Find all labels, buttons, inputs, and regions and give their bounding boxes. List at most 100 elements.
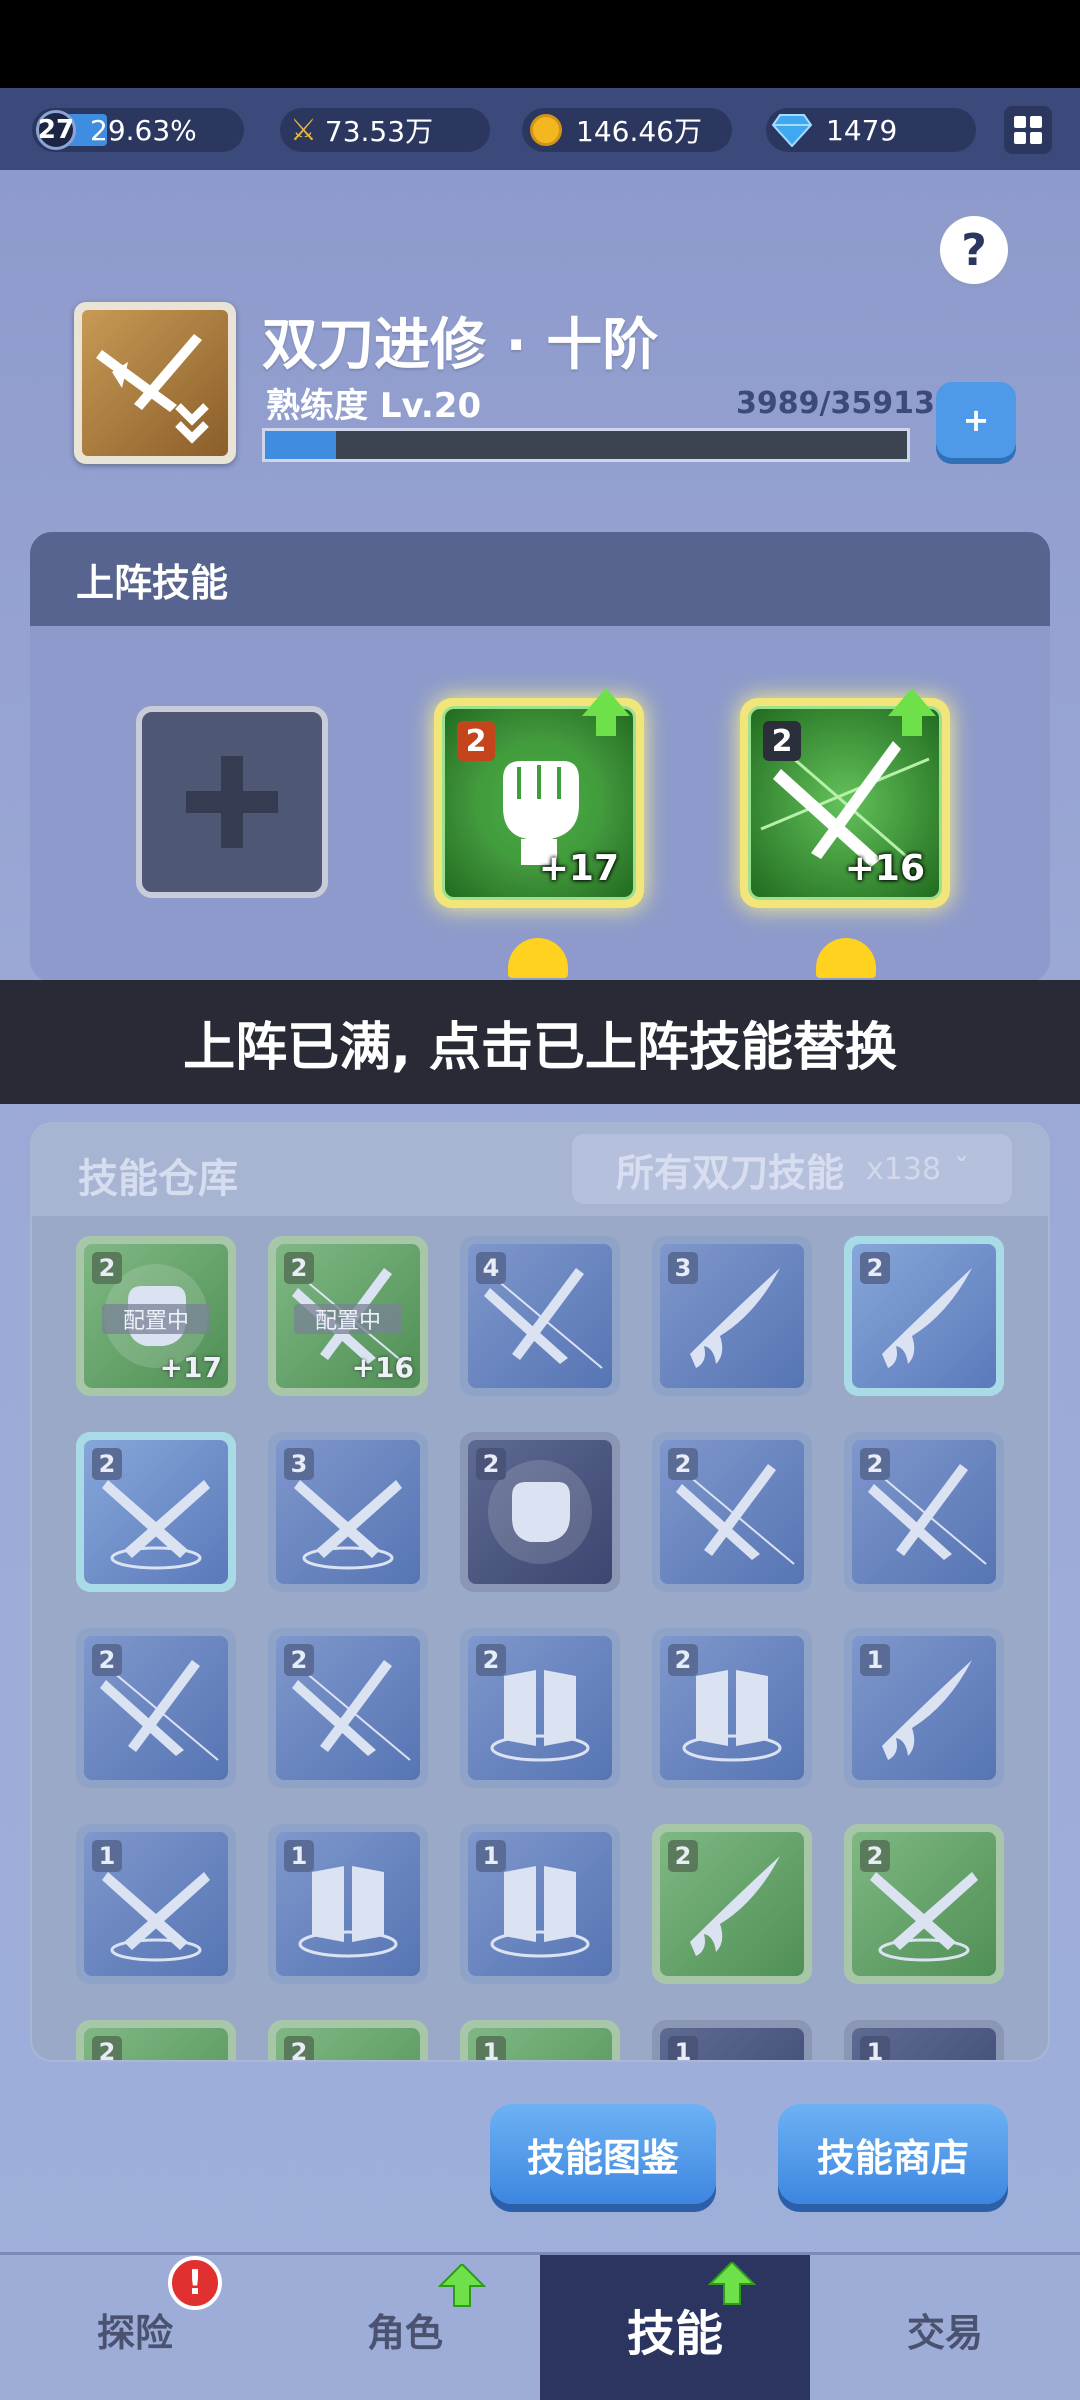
- inventory-skill-item[interactable]: 2: [268, 2020, 428, 2060]
- armor-icon: [276, 1866, 420, 1976]
- slash-claw-icon: [852, 1268, 996, 1388]
- inventory-skill-item[interactable]: 1: [844, 1628, 1004, 1788]
- tab-explore[interactable]: 探险: [0, 2255, 270, 2400]
- gold-pill[interactable]: 146.46万: [522, 108, 732, 152]
- dual-blades-icon: [852, 1459, 996, 1584]
- skill-level-badge: 2: [763, 721, 801, 761]
- inventory-skill-item[interactable]: 2: [460, 1628, 620, 1788]
- crossed-daggers-icon: [276, 1480, 420, 1584]
- inventory-skill-item[interactable]: 2: [652, 1432, 812, 1592]
- crossed-daggers-icon: [84, 1480, 228, 1584]
- equipped-slot-2[interactable]: 2 +16: [740, 688, 950, 908]
- grid-menu-icon[interactable]: [1004, 106, 1052, 154]
- inventory-skill-item[interactable]: 1: [460, 1824, 620, 1984]
- skill-level-badge: 2: [668, 1644, 698, 1676]
- inventory-skill-item[interactable]: 1: [460, 2020, 620, 2060]
- empty-skill-slot[interactable]: [136, 706, 328, 898]
- skill-level-badge: 2: [860, 1252, 890, 1284]
- inventory-skill-item[interactable]: 2 配置中 +16: [268, 1236, 428, 1396]
- equipped-slot-1[interactable]: 2 +17: [434, 688, 644, 908]
- dual-blades-icon: [660, 1459, 804, 1584]
- inventory-skill-item[interactable]: 2: [76, 1628, 236, 1788]
- crossed-swords-icon: ⚔: [290, 112, 317, 148]
- inventory-title: 技能仓库: [78, 1156, 238, 1202]
- inventory-skill-item[interactable]: 1: [268, 1824, 428, 1984]
- slash-claw-icon: [852, 1660, 996, 1780]
- dual-blades-icon: [468, 1263, 612, 1388]
- add-proficiency-button[interactable]: +: [936, 382, 1016, 458]
- armor-icon: [468, 1670, 612, 1780]
- chevron-down-icon: ˇ: [955, 1154, 969, 1184]
- skill-level-badge: 2: [457, 721, 495, 761]
- diamond-pill[interactable]: 1479: [766, 108, 976, 152]
- gold-value: 146.46万: [576, 115, 702, 148]
- skill-level-badge: 1: [92, 1840, 122, 1872]
- inventory-skill-item[interactable]: 1: [652, 2020, 812, 2060]
- slash-claw-icon: [660, 1268, 804, 1388]
- configured-tag: 配置中: [294, 1304, 402, 1334]
- tab-trade[interactable]: 交易: [810, 2255, 1080, 2400]
- slash-claw-icon: [660, 1856, 804, 1976]
- power-value: 73.53万: [324, 115, 434, 148]
- inventory-skill-item[interactable]: 2: [652, 1824, 812, 1984]
- crossed-daggers-icon: [84, 1872, 228, 1976]
- skill-main-icon: [74, 302, 236, 464]
- inventory-skill-item[interactable]: 4: [460, 1236, 620, 1396]
- skill-level-badge: 4: [476, 1252, 506, 1284]
- inventory-skill-item[interactable]: 2: [844, 1824, 1004, 1984]
- skill-inventory-panel: 技能仓库 所有双刀技能 x138 ˇ 2 配置中 +17 2 配置中 +16 4 3 2 2 3 2 2…: [30, 1122, 1050, 2062]
- skill-level-badge: 1: [860, 1644, 890, 1676]
- inventory-skill-item[interactable]: 2: [76, 1432, 236, 1592]
- tab-character[interactable]: 角色: [270, 2255, 540, 2400]
- diamond-value: 1479: [826, 113, 898, 147]
- inventory-skill-item[interactable]: 2: [76, 2020, 236, 2060]
- proficiency-bar: [262, 428, 910, 462]
- inventory-skill-item[interactable]: 3: [652, 1236, 812, 1396]
- skill-level-badge: 2: [860, 1448, 890, 1480]
- skill-level-badge: 2: [92, 1448, 122, 1480]
- help-button[interactable]: ?: [940, 216, 1008, 284]
- skill-bonus-text: +16: [844, 848, 925, 889]
- inventory-skill-item[interactable]: 2: [460, 1432, 620, 1592]
- armor-icon: [660, 1670, 804, 1780]
- upgrade-arrow-icon: [582, 688, 630, 716]
- skill-level-badge: 2: [860, 1840, 890, 1872]
- skill-bonus-text: +16: [351, 1351, 414, 1384]
- skill-shop-button[interactable]: 技能商店: [778, 2104, 1008, 2204]
- skill-filter-dropdown[interactable]: 所有双刀技能 x138 ˇ: [572, 1134, 1012, 1204]
- tab-skills[interactable]: 技能: [540, 2255, 810, 2400]
- fist-icon: [468, 1460, 612, 1584]
- bottom-nav: 探险 角色 技能 交易: [0, 2252, 1080, 2400]
- filter-count: x138: [866, 1151, 942, 1187]
- inventory-skill-item[interactable]: 3: [268, 1432, 428, 1592]
- inventory-skill-item[interactable]: 2 配置中 +17: [76, 1236, 236, 1396]
- inventory-skill-item[interactable]: 1: [76, 1824, 236, 1984]
- skill-level-badge: 1: [476, 1840, 506, 1872]
- upgrade-arrow-icon: [888, 688, 936, 716]
- armor-icon: [468, 1866, 612, 1976]
- dual-blades-icon: [84, 1655, 228, 1780]
- configured-tag: 配置中: [102, 1304, 210, 1334]
- filter-label: 所有双刀技能: [616, 1150, 845, 1195]
- level-xp-pill[interactable]: 27 29.63%: [32, 108, 244, 152]
- inventory-skill-item[interactable]: 2: [268, 1628, 428, 1788]
- skill-level-badge: 1: [284, 1840, 314, 1872]
- skill-level-badge: 2: [92, 1644, 122, 1676]
- equipped-skills-title: 上阵技能: [30, 532, 1050, 626]
- skill-level-badge: 1: [668, 2036, 698, 2060]
- xp-percent: 29.63%: [90, 113, 197, 147]
- inventory-skill-item[interactable]: 2: [844, 1236, 1004, 1396]
- inventory-skill-item[interactable]: 2: [844, 1432, 1004, 1592]
- skill-level-badge: 2: [476, 1644, 506, 1676]
- status-bar: [0, 0, 1080, 88]
- upgrade-arrow-icon: [438, 2264, 486, 2307]
- skill-level-badge: 1: [476, 2036, 506, 2060]
- inventory-skill-item[interactable]: 1: [844, 2020, 1004, 2060]
- diamond-icon: [772, 114, 812, 147]
- skill-title: 双刀进修 · 十阶: [262, 313, 659, 378]
- crossed-daggers-icon: [852, 1872, 996, 1976]
- skill-level-badge: 2: [284, 2036, 314, 2060]
- inventory-skill-item[interactable]: 2: [652, 1628, 812, 1788]
- skill-codex-button[interactable]: 技能图鉴: [490, 2104, 716, 2204]
- power-pill[interactable]: ⚔ 73.53万: [280, 108, 490, 152]
